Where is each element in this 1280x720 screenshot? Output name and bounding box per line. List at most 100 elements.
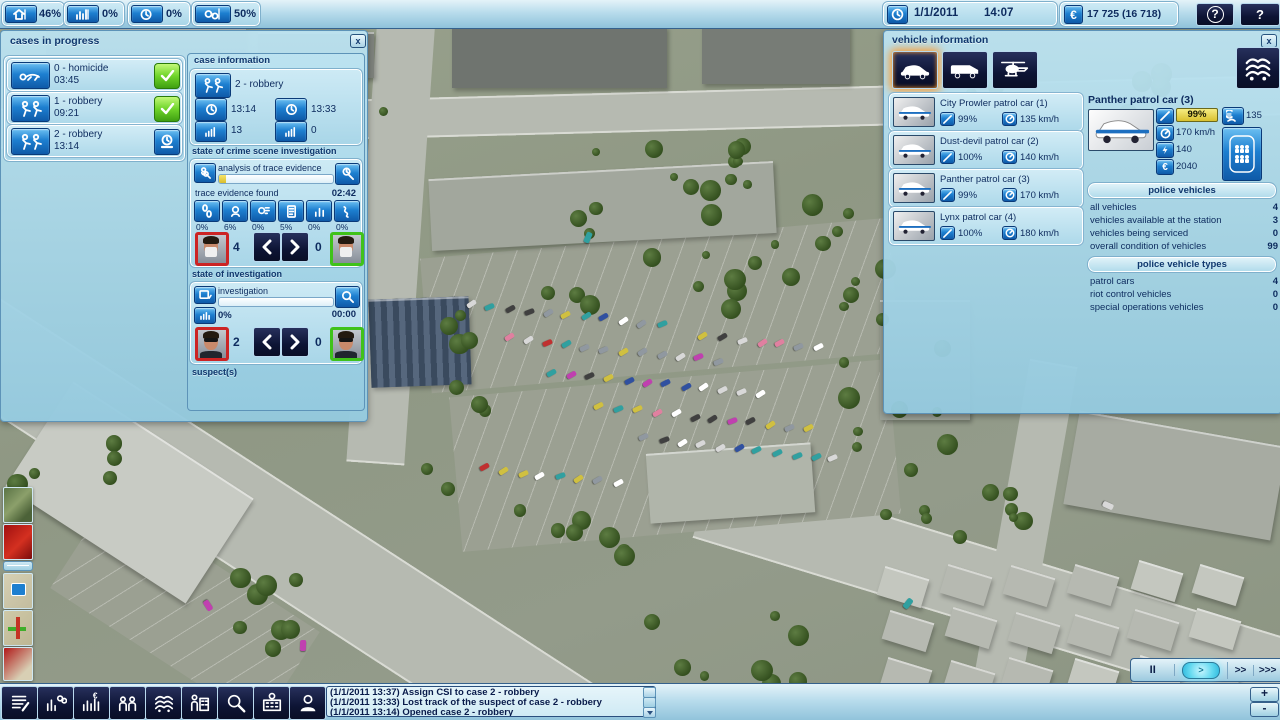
detective-available-count: 2 (233, 335, 240, 349)
power-icon (1156, 142, 1174, 158)
case-solved-check-icon[interactable] (154, 96, 180, 122)
csi-assign-button[interactable] (335, 163, 360, 185)
fastest-forward-button[interactable]: >>> (1254, 665, 1280, 676)
patrol-car-tab-icon[interactable] (892, 51, 938, 89)
vehicle-condition: 99% (958, 114, 977, 125)
evidence-value: 0% (252, 222, 264, 232)
case-list-icon[interactable] (1, 686, 38, 720)
case-time: 03:45 (54, 75, 79, 86)
report-time-icon (195, 98, 227, 121)
witness-evidence-icon (222, 200, 248, 222)
map-decor (751, 660, 772, 681)
patrol-car-thumbnail (893, 173, 935, 203)
add-csi-button[interactable] (281, 232, 309, 262)
case-list-item[interactable]: 0 - homicide 03:45 (7, 59, 182, 91)
money-box: € 17 725 (16 718) (1060, 2, 1178, 26)
crime-statistics-icon[interactable] (37, 686, 74, 720)
speed-icon (1002, 188, 1017, 202)
stat-label: vehicles being serviced (1090, 228, 1188, 239)
map-decor (471, 396, 488, 413)
playback-bar: II > >> >>> (1130, 658, 1280, 682)
housing-indicator[interactable]: 46% (2, 2, 64, 26)
map-decor (300, 640, 306, 651)
stat-value: 3 (1273, 215, 1278, 226)
investigation-progress (218, 297, 334, 307)
vehicle-list-item[interactable]: Dust-devil patrol car (2) 100% 140 km/h (889, 131, 1083, 169)
map-decor (728, 141, 746, 159)
police-vehicles-header: police vehicles (1088, 183, 1276, 198)
suspects-icon[interactable] (289, 686, 326, 720)
help-button[interactable]: ? (1240, 3, 1280, 26)
crime-points-b-icon (275, 121, 307, 142)
map-decor (788, 625, 809, 646)
close-cases-window-button[interactable]: x (350, 34, 366, 48)
districts-map-thumb[interactable] (3, 610, 33, 646)
stat-value: 4 (1273, 276, 1278, 287)
vehicle-name: City Prowler patrol car (1) (940, 98, 1048, 109)
danger-map-thumb[interactable] (3, 647, 33, 681)
close-vehicle-window-button[interactable]: x (1261, 34, 1277, 48)
detective-available-portrait (195, 327, 229, 361)
remove-csi-button[interactable] (253, 232, 281, 262)
personnel-icon[interactable] (109, 686, 146, 720)
vehicle-name: Lynx patrol car (4) (940, 212, 1016, 223)
play-icon: > (1198, 665, 1203, 675)
fast-forward-button[interactable]: >> (1228, 665, 1255, 676)
investigation-assign-button[interactable] (335, 286, 360, 308)
staff-assignment-icon[interactable] (181, 686, 218, 720)
vehicles-icon[interactable] (145, 686, 182, 720)
case-list-item[interactable]: 2 - robbery 13:14 (7, 125, 182, 157)
investigation-task-label: investigation (218, 286, 268, 296)
vehicle-speed: 135 km/h (1020, 114, 1059, 125)
vehicle-seats-button[interactable] (1222, 127, 1262, 181)
play-button[interactable]: > (1182, 662, 1220, 679)
patrol-car-thumbnail (893, 135, 935, 165)
helicopter-tab-icon[interactable] (992, 51, 1038, 89)
police-van-tab-icon[interactable] (942, 51, 988, 89)
fast-forward-icon: >> (1235, 665, 1247, 676)
satellite-view-thumb[interactable] (3, 487, 33, 523)
log-scroll-down-button[interactable] (643, 707, 656, 718)
date-time-box: 1/1/2011 14:07 (883, 2, 1057, 26)
map-decor (880, 509, 891, 520)
map-decor (937, 434, 959, 456)
vehicle-name: Dust-devil patrol car (2) (940, 136, 1039, 147)
map-zoom-in-button[interactable]: + (1250, 687, 1279, 702)
map-decor (724, 269, 745, 290)
map-decor (743, 180, 752, 189)
csi-section-header: state of crime scene investigation (192, 146, 337, 156)
add-detective-button[interactable] (281, 327, 309, 357)
vehicle-list-item[interactable]: City Prowler patrol car (1) 99% 135 km/h (889, 93, 1083, 131)
police-stations-icon[interactable] (253, 686, 290, 720)
minimap-slider[interactable] (3, 561, 33, 571)
crime-value: 13 (231, 125, 242, 136)
value-euro-icon: € (1156, 159, 1174, 175)
map-decor (440, 317, 458, 335)
crime-heatmap-thumb[interactable] (3, 524, 33, 560)
time-indicator[interactable]: 0% (128, 2, 190, 26)
stat-row: riot control vehicles 0 (1090, 289, 1278, 300)
stat-row: vehicles being serviced 0 (1090, 228, 1278, 239)
pause-button[interactable]: II (1131, 664, 1175, 676)
cost-per-day-icon (1222, 107, 1244, 125)
case-in-progress-icon[interactable] (154, 129, 180, 155)
top-status-bar: 46% 0% 0% 50% 1/1/2011 14:07 € 17 (0, 0, 1280, 29)
statistics-indicator[interactable]: 0% (64, 2, 124, 26)
evidence-value: 0% (336, 222, 348, 232)
remove-detective-button[interactable] (253, 327, 281, 357)
context-help-button[interactable]: ? (1196, 3, 1234, 26)
log-entry: (1/1/2011 13:14) Opened case 2 - robbery (330, 708, 641, 717)
crime-indicator[interactable]: 50% (192, 2, 260, 26)
vehicle-list-item[interactable]: Lynx patrol car (4) 100% 180 km/h (889, 207, 1083, 245)
map-zoom-out-button[interactable]: - (1250, 702, 1279, 717)
vehicles-stack-icon[interactable] (1236, 47, 1280, 89)
case-solved-check-icon[interactable] (154, 63, 180, 89)
investigation-icon[interactable] (217, 686, 254, 720)
map-decor (592, 148, 600, 156)
case-list-item[interactable]: 1 - robbery 09:21 (7, 92, 182, 124)
vehicle-list-item[interactable]: Panther patrol car (3) 99% 170 km/h (889, 169, 1083, 207)
stat-value: 4 (1273, 202, 1278, 213)
crime-value-b: 0 (311, 125, 317, 136)
finances-icon[interactable]: € (73, 686, 110, 720)
police-stations-map-thumb[interactable] (3, 573, 33, 609)
